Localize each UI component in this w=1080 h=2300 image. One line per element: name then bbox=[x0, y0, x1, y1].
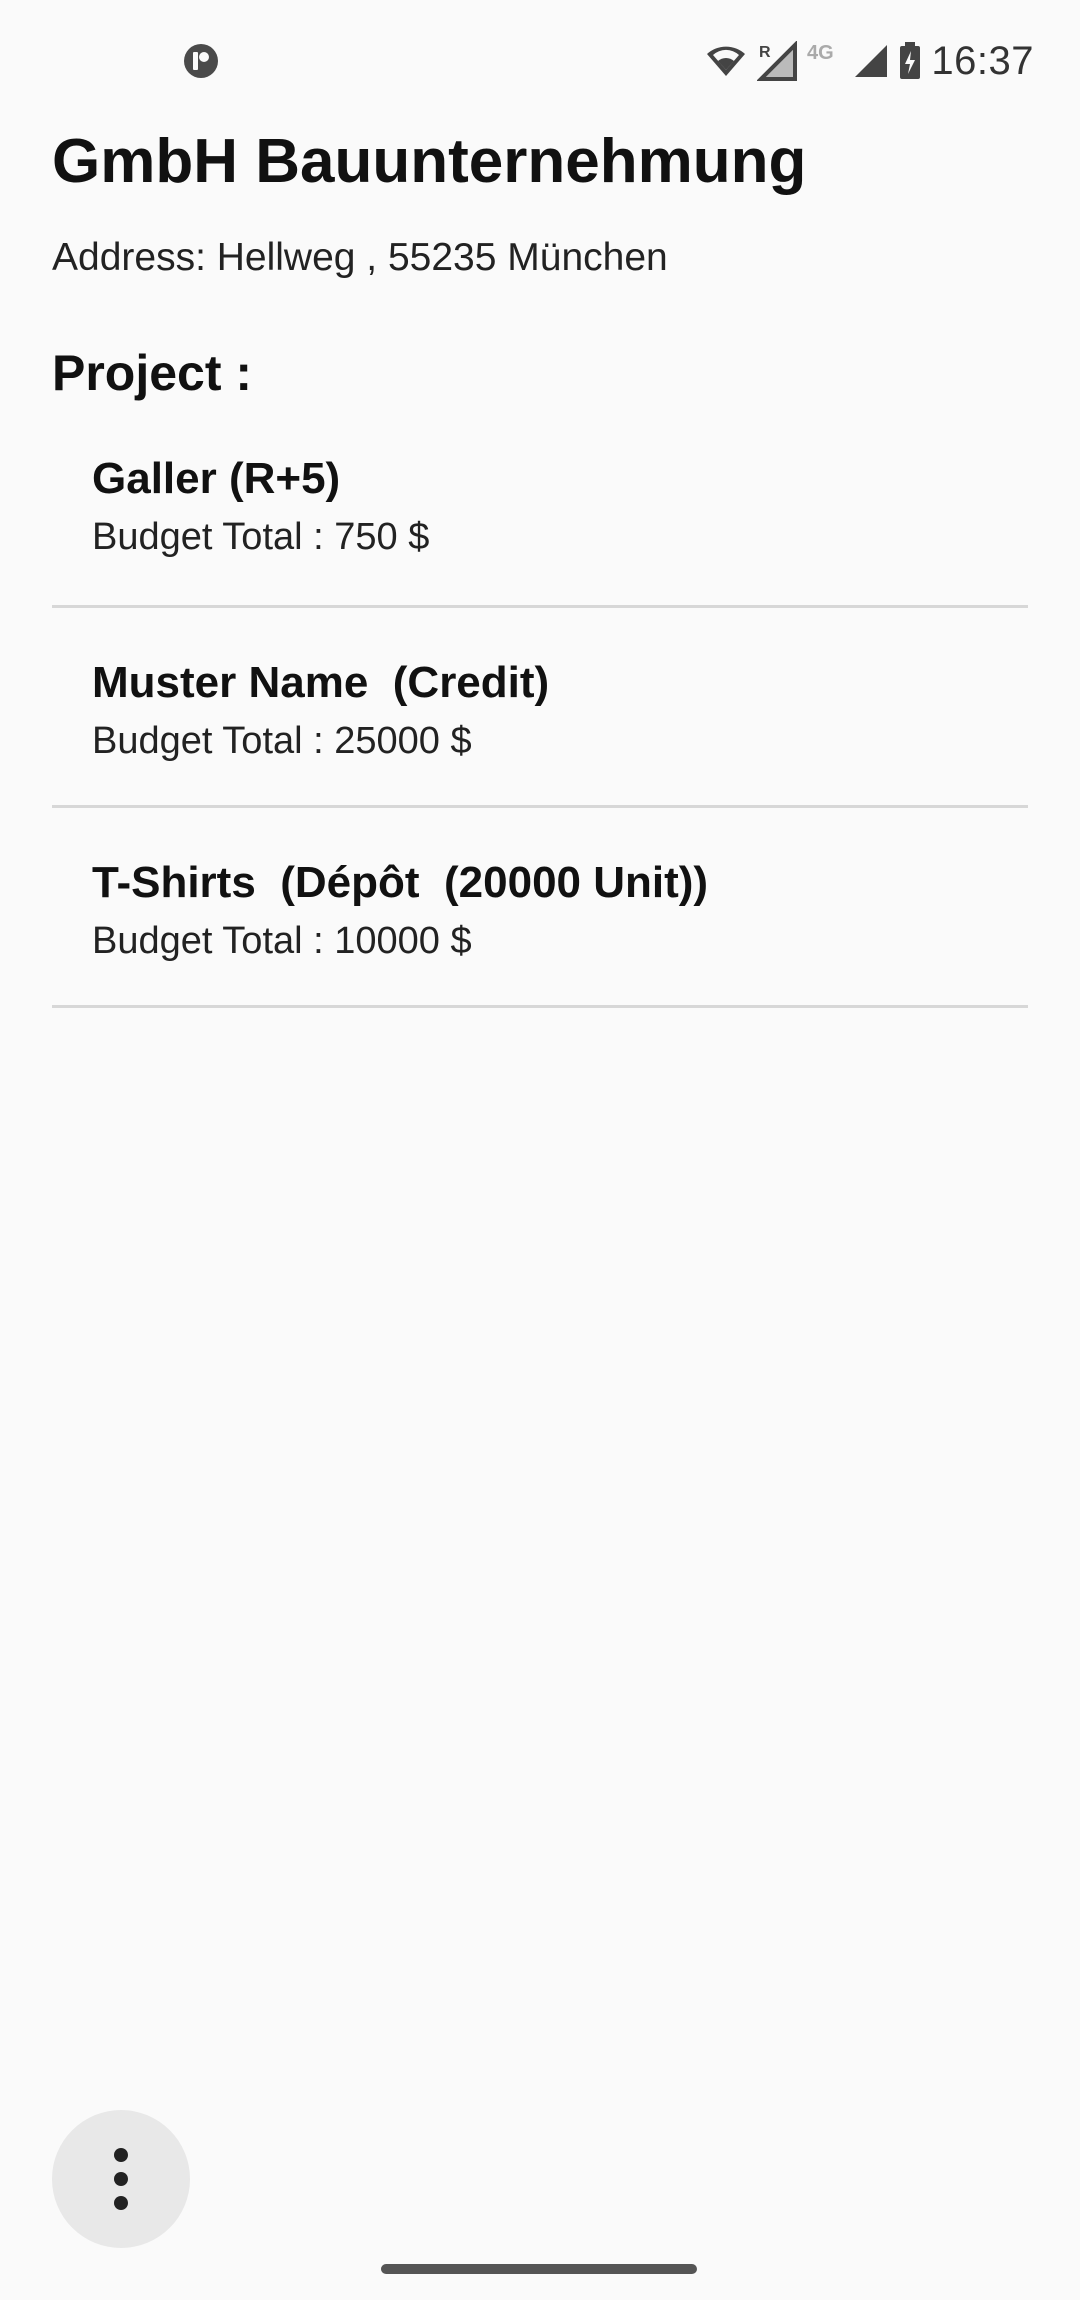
clock: 16:37 bbox=[931, 38, 1034, 83]
project-title: T-Shirts (Dépôt (20000 Unit)) bbox=[92, 858, 709, 907]
company-name: GmbH Bauunternehmung bbox=[52, 127, 807, 196]
signal-icon bbox=[855, 45, 888, 77]
roaming-label: R bbox=[759, 44, 771, 61]
company-address: Address: Hellweg , 55235 München bbox=[52, 236, 668, 279]
project-item-t-shirts[interactable]: T-Shirts (Dépôt (20000 Unit)) Budget Tot… bbox=[52, 808, 1028, 1008]
gesture-nav-handle[interactable] bbox=[381, 2264, 697, 2274]
more-vert-icon bbox=[114, 2148, 128, 2210]
project-list: Galler (R+5) Budget Total : 750 $ Muster… bbox=[52, 440, 1028, 1008]
project-budget: Budget Total : 10000 $ bbox=[92, 920, 472, 962]
wifi-icon bbox=[707, 46, 746, 76]
battery-charging-icon bbox=[900, 42, 921, 79]
status-bar: R 4G 16:37 bbox=[0, 0, 1080, 120]
network-type-icon: 4G bbox=[807, 42, 834, 64]
project-title: Muster Name (Credit) bbox=[92, 658, 550, 707]
screen: R 4G 16:37 GmbH Bauunternehmung Address:… bbox=[0, 0, 1080, 2300]
project-budget: Budget Total : 25000 $ bbox=[92, 720, 472, 762]
project-item-muster-name[interactable]: Muster Name (Credit) Budget Total : 2500… bbox=[52, 608, 1028, 808]
project-title: Galler (R+5) bbox=[92, 454, 341, 503]
roaming-signal-icon: R bbox=[757, 41, 798, 81]
project-budget: Budget Total : 750 $ bbox=[92, 516, 430, 558]
project-item-galler[interactable]: Galler (R+5) Budget Total : 750 $ bbox=[52, 440, 1028, 608]
network-label: 4G bbox=[807, 42, 834, 64]
status-icons: R 4G 16:37 bbox=[705, 36, 1034, 86]
more-options-button[interactable] bbox=[52, 2110, 190, 2248]
app-notification-icon bbox=[184, 44, 218, 78]
project-section-title: Project : bbox=[52, 345, 253, 401]
